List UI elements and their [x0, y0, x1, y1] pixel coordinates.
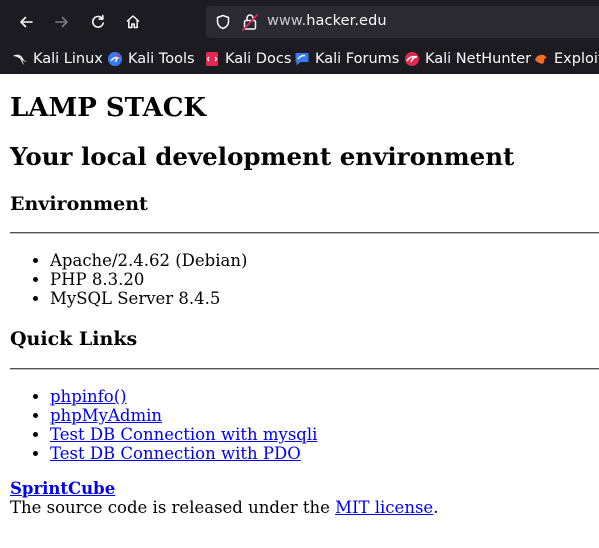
reload-button[interactable] [84, 9, 112, 35]
bookmark-kali-linux[interactable]: Kali Linux [12, 48, 103, 70]
environment-item: Apache/2.4.62 (Debian) [50, 251, 247, 270]
bookmark-kali-forums[interactable]: Kali Forums [294, 48, 399, 70]
bookmark-label: Kali Linux [33, 51, 103, 67]
environment-list: Apache/2.4.62 (Debian) PHP 8.3.20 MySQL … [0, 251, 247, 308]
exploit-db-icon [535, 54, 547, 64]
url-host: hacker.edu [306, 13, 387, 29]
bookmarks-toolbar: Kali Linux Kali Tools Kali Docs Kali For… [0, 44, 599, 74]
shield-icon[interactable] [215, 14, 231, 30]
sprintcube-link[interactable]: SprintCube [10, 479, 115, 498]
navigation-toolbar: www.hacker.edu [0, 0, 599, 44]
home-icon [126, 15, 140, 29]
page-title: LAMP STACK [10, 93, 207, 123]
kali-forums-icon [295, 53, 309, 66]
environment-item: MySQL Server 8.4.5 [50, 289, 247, 308]
quick-link-item: phpMyAdmin [50, 406, 317, 425]
footer-title: SprintCube [10, 479, 115, 499]
home-button[interactable] [119, 9, 147, 35]
kali-dragon-icon [13, 54, 27, 65]
footer-text: The source code is released under the MI… [10, 498, 438, 518]
bookmark-kali-docs[interactable]: Kali Docs [204, 48, 291, 70]
address-bar[interactable]: www.hacker.edu [206, 6, 599, 38]
bookmark-kali-tools[interactable]: Kali Tools [107, 48, 195, 70]
url-prefix: www. [267, 13, 307, 29]
quick-links-divider [10, 368, 599, 370]
bookmark-kali-nethunter[interactable]: Kali NetHunter [404, 48, 531, 70]
kali-docs-icon [206, 52, 218, 66]
arrow-right-icon [55, 16, 68, 28]
environment-divider [10, 232, 599, 234]
page-content: LAMP STACK Your local development enviro… [0, 74, 599, 548]
reload-icon [92, 14, 104, 28]
phpmyadmin-link[interactable]: phpMyAdmin [50, 406, 162, 425]
license-text: The source code is released under the [10, 498, 336, 517]
bookmark-label: Kali Forums [315, 51, 400, 67]
quick-links-heading: Quick Links [10, 328, 138, 350]
page-subtitle: Your local development environment [10, 142, 515, 171]
environment-item: PHP 8.3.20 [50, 270, 247, 289]
url-text[interactable]: www.hacker.edu [267, 13, 387, 29]
phpinfo-link[interactable]: phpinfo() [50, 387, 127, 406]
bookmark-label: Exploit-DB [554, 51, 599, 67]
environment-heading: Environment [10, 193, 148, 215]
license-period: . [433, 498, 439, 517]
back-button[interactable] [12, 9, 40, 35]
forward-button[interactable] [48, 9, 76, 35]
kali-tools-icon [108, 52, 122, 66]
browser-chrome: www.hacker.edu Kali Linux Kali Tools Kal… [0, 0, 599, 74]
bookmark-exploit-db[interactable]: Exploit-DB [533, 48, 599, 70]
quick-link-item: Test DB Connection with PDO [50, 444, 317, 463]
test-pdo-link[interactable]: Test DB Connection with PDO [50, 444, 301, 463]
test-mysqli-link[interactable]: Test DB Connection with mysqli [50, 425, 317, 444]
mit-license-link[interactable]: MIT license [335, 498, 433, 517]
kali-nethunter-icon [405, 52, 419, 66]
insecure-lock-icon[interactable] [242, 13, 258, 31]
bookmark-label: Kali Docs [225, 51, 292, 67]
arrow-left-icon [20, 16, 33, 28]
bookmark-label: Kali Tools [128, 51, 195, 67]
quick-links-list: phpinfo() phpMyAdmin Test DB Connection … [0, 387, 317, 463]
quick-link-item: phpinfo() [50, 387, 317, 406]
bookmark-label: Kali NetHunter [425, 51, 532, 67]
quick-link-item: Test DB Connection with mysqli [50, 425, 317, 444]
